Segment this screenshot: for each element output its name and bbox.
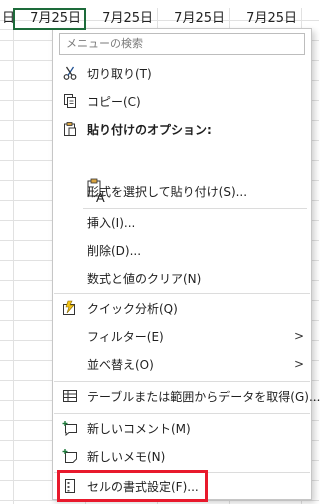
menu-item-quick-analysis[interactable]: クイック分析(Q) <box>54 295 310 321</box>
menu-item-label: テーブルまたは範囲からデータを取得(G)... <box>87 389 320 404</box>
menu-item-label: フィルター(E) <box>87 329 164 344</box>
menu-item-label: 挿入(I)... <box>87 215 136 230</box>
clipboard-icon <box>61 120 79 138</box>
sheet-row: 日 7月25日 7月25日 7月25日 7月25日 <box>0 8 319 30</box>
menu-item-label: 並べ替え(O) <box>87 357 154 372</box>
menu-item-label: 数式と値のクリア(N) <box>87 271 202 286</box>
context-menu: メニューの検索 切り取り(T) コピー(C) 貼り付けのオプション: A 形式を… <box>52 28 320 500</box>
menu-item-paste-special[interactable]: 形式を選択して貼り付け(S)... <box>54 178 310 204</box>
menu-item-get-data-from-table[interactable]: テーブルまたは範囲からデータを取得(G)... <box>54 383 320 409</box>
copy-icon <box>61 92 79 110</box>
table-icon <box>61 387 79 405</box>
menu-item-insert[interactable]: 挿入(I)... <box>54 209 310 235</box>
menu-item-new-note[interactable]: 新しいメモ(N) <box>54 443 310 469</box>
new-note-icon <box>61 447 79 465</box>
quick-analysis-icon <box>61 299 79 317</box>
menu-item-cut[interactable]: 切り取り(T) <box>54 60 310 86</box>
menu-item-copy[interactable]: コピー(C) <box>54 88 310 114</box>
menu-separator <box>54 381 310 382</box>
cell-partial[interactable]: 日 <box>0 8 15 30</box>
menu-item-filter[interactable]: フィルター(E) > <box>54 323 310 349</box>
cell-active[interactable]: 7月25日 <box>13 8 86 30</box>
chevron-right-icon: > <box>293 329 304 343</box>
menu-item-label: 新しいコメント(M) <box>87 421 191 436</box>
menu-section-label: 貼り付けのオプション: <box>87 122 212 137</box>
menu-item-label: 形式を選択して貼り付け(S)... <box>87 184 248 199</box>
chevron-right-icon: > <box>293 357 304 371</box>
menu-item-label: コピー(C) <box>87 94 141 109</box>
menu-item-clear-contents[interactable]: 数式と値のクリア(N) <box>54 265 310 291</box>
highlight-annotation-box <box>57 470 208 502</box>
menu-item-new-comment[interactable]: 新しいコメント(M) <box>54 415 310 441</box>
menu-separator <box>54 293 310 294</box>
menu-item-sort[interactable]: 並べ替え(O) > <box>54 351 310 377</box>
menu-item-label: 切り取り(T) <box>87 66 152 81</box>
menu-item-label: 新しいメモ(N) <box>87 449 166 464</box>
menu-search-input[interactable]: メニューの検索 <box>59 33 305 55</box>
new-comment-icon <box>61 419 79 437</box>
menu-separator <box>54 413 310 414</box>
menu-section-paste-options: 貼り付けのオプション: <box>54 116 310 142</box>
sheet-top-strip <box>0 0 319 8</box>
cell[interactable]: 7月25日 <box>230 8 302 30</box>
cell[interactable]: 7月25日 <box>158 8 230 30</box>
menu-item-label: 削除(D)... <box>87 243 142 258</box>
menu-item-delete[interactable]: 削除(D)... <box>54 237 310 263</box>
scissors-icon <box>61 64 79 82</box>
cell[interactable]: 7月25日 <box>86 8 158 30</box>
menu-item-label: クイック分析(Q) <box>87 301 178 316</box>
